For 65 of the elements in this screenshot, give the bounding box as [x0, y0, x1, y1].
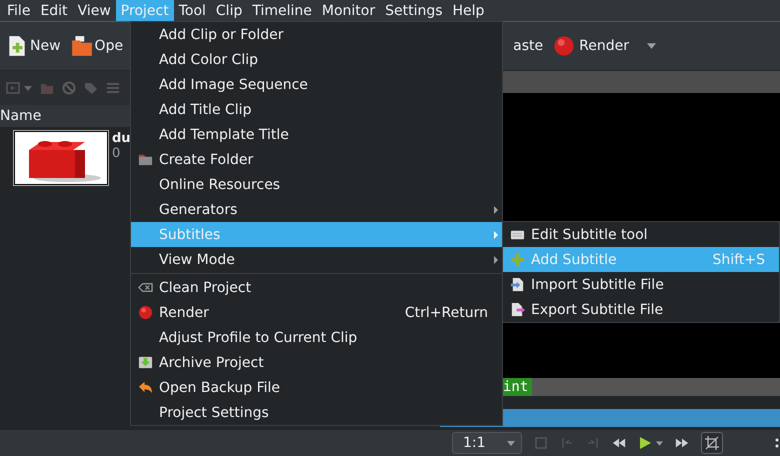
- menu-item[interactable]: Archive Project: [131, 350, 502, 375]
- menu-item[interactable]: Edit Subtitle tool: [503, 222, 779, 247]
- menu-item[interactable]: Add Color Clip: [131, 47, 502, 72]
- shortcut-label: Shift+S: [712, 252, 765, 268]
- download-icon: [138, 355, 152, 370]
- menu-item[interactable]: Export Subtitle File: [503, 297, 779, 322]
- menu-icon[interactable]: [106, 81, 120, 95]
- menu-item[interactable]: Add Template Title: [131, 122, 502, 147]
- export-file-icon: [510, 302, 524, 317]
- menu-item[interactable]: Clean Project: [131, 275, 502, 300]
- menu-item[interactable]: Open Backup File: [131, 375, 502, 400]
- menu-bar-item[interactable]: Settings: [380, 0, 448, 21]
- plus-icon: [510, 252, 524, 267]
- menu-item[interactable]: Create Folder: [131, 147, 502, 172]
- crop-button[interactable]: [701, 432, 723, 454]
- menu-bar-item[interactable]: Timeline: [247, 0, 317, 21]
- menu-bar-item[interactable]: View: [72, 0, 116, 21]
- back-arrow-icon: [138, 380, 152, 395]
- fast-forward-icon[interactable]: [675, 436, 689, 450]
- menu-item[interactable]: View Mode: [131, 247, 502, 272]
- monitor-icon[interactable]: [6, 81, 20, 95]
- more-icon[interactable]: [775, 436, 779, 450]
- menu-item[interactable]: Adjust Profile to Current Clip: [131, 325, 502, 350]
- menu-bar-item[interactable]: Tool: [174, 0, 211, 21]
- crop-icon: [705, 436, 719, 450]
- menu-item[interactable]: Add Image Sequence: [131, 72, 502, 97]
- toolbar-button[interactable]: aste: [513, 38, 544, 54]
- menu-item[interactable]: Project Settings: [131, 400, 502, 425]
- shortcut-label: Ctrl+Return: [404, 304, 488, 320]
- clear-icon: [138, 280, 152, 295]
- folder-icon: [138, 152, 152, 167]
- dropdown-arrow-icon[interactable]: [647, 43, 656, 49]
- folder-icon[interactable]: [40, 81, 54, 95]
- record-icon: [553, 35, 576, 57]
- toolbar-button[interactable]: Render: [553, 35, 629, 57]
- menu-bar-item[interactable]: Monitor: [316, 0, 380, 21]
- timeline-clip-label: int: [503, 378, 532, 396]
- dropdown-arrow-icon[interactable]: [656, 440, 663, 446]
- menu-bar-item[interactable]: Help: [448, 0, 490, 21]
- set-out-icon[interactable]: [586, 436, 600, 450]
- play-icon[interactable]: [638, 436, 652, 450]
- tag-icon[interactable]: [84, 81, 98, 95]
- set-in-icon[interactable]: [560, 436, 574, 450]
- toolbar-button[interactable]: Ope: [70, 35, 124, 57]
- folder-icon: [70, 35, 93, 57]
- menu-item[interactable]: Add Title Clip: [131, 97, 502, 122]
- dropdown-arrow-icon[interactable]: [24, 86, 32, 90]
- dropdown-arrow-icon: [507, 440, 515, 446]
- menu-bar-item[interactable]: Edit: [35, 0, 73, 21]
- import-file-icon: [510, 277, 524, 292]
- menu-bar-item[interactable]: Clip: [210, 0, 248, 21]
- toolbar-button[interactable]: New: [6, 35, 61, 57]
- rewind-icon[interactable]: [612, 436, 626, 450]
- menu-item[interactable]: Import Subtitle File: [503, 272, 779, 297]
- prohibited-icon[interactable]: [62, 81, 76, 95]
- menu-item[interactable]: Online Resources: [131, 172, 502, 197]
- record-icon: [138, 305, 152, 320]
- menu-item[interactable]: Add Clip or Folder: [131, 22, 502, 47]
- menu-bar-item[interactable]: File: [2, 0, 36, 21]
- clip-duration: 0: [112, 146, 122, 161]
- clip-name: du: [112, 131, 131, 146]
- menu-item[interactable]: Render Ctrl+Return: [131, 300, 502, 325]
- menu-item[interactable]: Generators: [131, 197, 502, 222]
- zoom-combo[interactable]: 1:1: [452, 432, 522, 454]
- monitor-icon[interactable]: [534, 436, 548, 450]
